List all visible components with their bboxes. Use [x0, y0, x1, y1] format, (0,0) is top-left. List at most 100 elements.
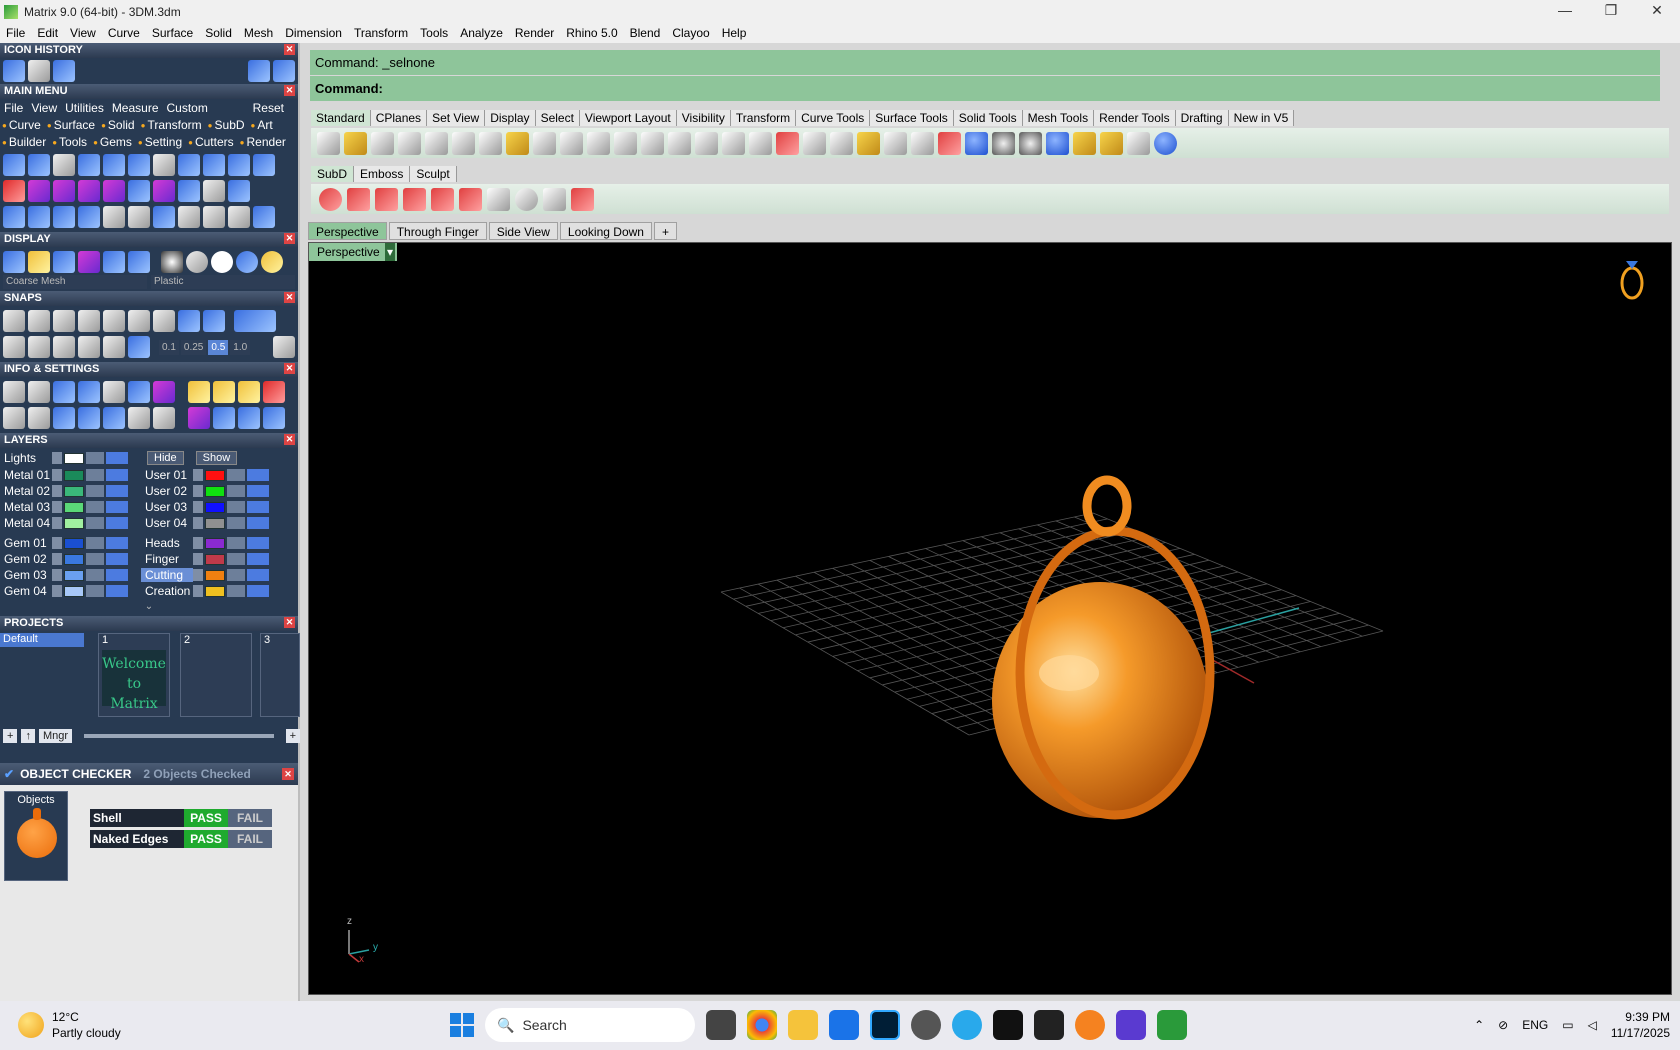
filter-icon[interactable] [103, 407, 125, 429]
menu-help[interactable]: Help [716, 26, 753, 40]
sphere-tool-icon[interactable] [228, 180, 250, 202]
surface-tool-icon[interactable] [78, 154, 100, 176]
scatter-icon[interactable] [128, 407, 150, 429]
light-bulb-icon[interactable] [884, 131, 907, 155]
grid-tool-icon[interactable] [203, 180, 225, 202]
add-slot-icon[interactable]: + [285, 729, 300, 743]
subd-crease-icon[interactable] [571, 187, 594, 211]
expand-arrow-icon[interactable] [193, 469, 203, 481]
panel-tool-icon[interactable] [253, 154, 275, 176]
curve-tool-icon[interactable] [28, 154, 50, 176]
expand-arrow-icon[interactable] [193, 501, 203, 513]
visibility-icon[interactable] [247, 537, 269, 549]
shank-tool-icon[interactable] [203, 154, 225, 176]
edit-info-icon[interactable] [128, 381, 150, 403]
category-surface[interactable]: Surface [47, 117, 95, 134]
tab-curve-tools[interactable]: Curve Tools [796, 110, 871, 126]
layer-name[interactable]: Gem 01 [0, 536, 52, 550]
circle-tool-icon[interactable] [3, 154, 25, 176]
lock-icon[interactable] [86, 469, 104, 481]
layer-name[interactable]: Creation [141, 584, 193, 598]
visibility-icon[interactable] [106, 537, 128, 549]
lock-icon[interactable] [227, 485, 245, 497]
ortho-icon[interactable] [28, 336, 50, 358]
check-pass-badge[interactable]: PASS [184, 830, 228, 848]
expand-arrow-icon[interactable] [52, 585, 62, 597]
project-scroll-slider[interactable] [84, 734, 274, 738]
twist-tool-icon[interactable] [53, 206, 75, 228]
expand-arrow-icon[interactable] [52, 469, 62, 481]
ghosted-mode-icon[interactable] [78, 251, 100, 273]
save-icon[interactable] [371, 131, 394, 155]
category-transform[interactable]: Transform [141, 117, 201, 134]
close-icon[interactable]: ✕ [284, 233, 295, 244]
tab-render-tools[interactable]: Render Tools [1094, 110, 1176, 126]
snap-value-025[interactable]: 0.25 [180, 339, 207, 355]
tab-surface-tools[interactable]: Surface Tools [870, 110, 954, 126]
tab-looking-down[interactable]: Looking Down [559, 222, 652, 240]
lock-icon[interactable] [911, 131, 934, 155]
metal-weight-icon[interactable] [238, 381, 260, 403]
visibility-icon[interactable] [247, 469, 269, 481]
tab-file[interactable]: File [0, 101, 27, 115]
layer-name[interactable]: Heads [141, 536, 193, 550]
osnap-icon[interactable] [78, 336, 100, 358]
menu-rhino[interactable]: Rhino 5.0 [560, 26, 623, 40]
snap-near-icon[interactable] [28, 310, 50, 332]
zoom-extents-icon[interactable] [668, 131, 691, 155]
visibility-icon[interactable] [106, 485, 128, 497]
options-icon[interactable] [3, 381, 25, 403]
table-icon[interactable] [153, 407, 175, 429]
add-viewport-tab[interactable]: + [653, 222, 677, 240]
history-tool-icon[interactable] [28, 60, 50, 82]
visibility-icon[interactable] [247, 585, 269, 597]
xray-mode-icon[interactable] [103, 251, 125, 273]
minimize-button[interactable]: — [1542, 0, 1588, 23]
chatgpt-icon[interactable] [911, 1010, 941, 1040]
tab-select[interactable]: Select [535, 110, 580, 126]
undo-view-icon[interactable] [722, 131, 745, 155]
snap-int-icon[interactable] [128, 310, 150, 332]
visibility-icon[interactable] [247, 517, 269, 529]
layer-name-lights[interactable]: Lights [0, 451, 52, 465]
project-manager-button[interactable]: Mngr [38, 729, 72, 743]
menu-analyze[interactable]: Analyze [454, 26, 509, 40]
expand-arrow-icon[interactable] [52, 501, 62, 513]
bezel-tool-icon[interactable] [178, 154, 200, 176]
gem-report-icon[interactable] [188, 381, 210, 403]
check-pass-badge[interactable]: PASS [184, 809, 228, 827]
alert-icon[interactable] [263, 381, 285, 403]
circle-select-icon[interactable] [253, 206, 275, 228]
dots-tool-icon[interactable] [103, 180, 125, 202]
category-solid[interactable]: Solid [101, 117, 135, 134]
vpn-icon[interactable] [829, 1010, 859, 1040]
node-icon[interactable] [213, 407, 235, 429]
lock-icon[interactable] [86, 452, 104, 464]
transform-icon[interactable] [263, 407, 285, 429]
menu-render[interactable]: Render [509, 26, 560, 40]
lock-icon[interactable] [86, 517, 104, 529]
lock-icon[interactable] [227, 469, 245, 481]
expand-arrow-icon[interactable] [52, 452, 62, 464]
frame-tool-icon[interactable] [153, 154, 175, 176]
tab-new-in-v5[interactable]: New in V5 [1228, 110, 1295, 126]
shaded-mode-icon[interactable] [28, 251, 50, 273]
photoshop-icon[interactable] [870, 1010, 900, 1040]
car-icon[interactable] [776, 131, 799, 155]
category-builder[interactable]: Builder [2, 134, 46, 151]
new-file-icon[interactable] [317, 131, 340, 155]
weather-widget[interactable]: 12°C Partly cloudy [18, 1009, 121, 1041]
options-gear-icon[interactable] [1100, 131, 1123, 155]
snap-value-05[interactable]: 0.5 [208, 339, 229, 355]
lock-icon[interactable] [227, 569, 245, 581]
line-tool-icon[interactable] [53, 180, 75, 202]
viewport-label[interactable]: Perspective [309, 243, 397, 261]
subd-loop-icon[interactable] [375, 187, 398, 211]
lock-icon[interactable] [86, 569, 104, 581]
layer-color-swatch[interactable] [64, 517, 84, 529]
gold-sphere-icon[interactable] [261, 251, 283, 273]
close-icon[interactable]: ✕ [284, 44, 295, 55]
visibility-icon[interactable] [247, 485, 269, 497]
zoom-selected-icon[interactable] [695, 131, 718, 155]
subd-settings-icon[interactable] [487, 187, 510, 211]
